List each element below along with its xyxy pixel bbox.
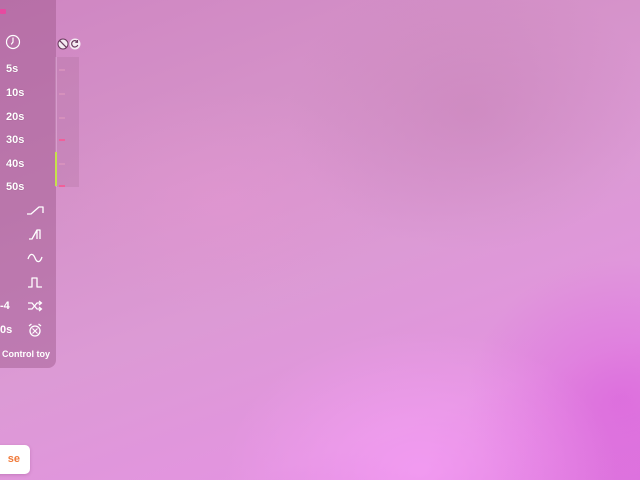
refresh-icon[interactable] [69, 38, 81, 50]
block-icon[interactable] [57, 38, 69, 50]
time-option-5s[interactable]: 5s [6, 60, 46, 78]
strip-tick [59, 139, 65, 141]
pulse-icon[interactable] [26, 274, 44, 290]
shuffle-icon[interactable] [26, 298, 44, 314]
panel-top-marker [0, 9, 6, 14]
time-option-10s[interactable]: 10s [6, 84, 46, 102]
close-button[interactable]: se [0, 445, 30, 474]
control-toy-label[interactable]: Control toy [2, 347, 60, 361]
alarm-icon[interactable] [26, 322, 44, 338]
ramp-up-icon[interactable] [26, 202, 44, 218]
timer-value-label: 0s [0, 324, 13, 336]
time-option-50s[interactable]: 50s [6, 178, 46, 196]
time-option-20s[interactable]: 20s [6, 108, 46, 126]
wave-icon[interactable] [26, 250, 44, 266]
step-ramp-icon[interactable] [26, 226, 44, 242]
strip-tick [59, 185, 65, 187]
level-fill [55, 152, 57, 186]
close-button-label: se [7, 453, 20, 465]
level-strip [57, 57, 79, 187]
time-option-40s[interactable]: 40s [6, 155, 46, 173]
strip-tick [59, 69, 65, 71]
strip-tick [59, 117, 65, 119]
clock-icon[interactable] [5, 34, 21, 50]
strip-tick [59, 163, 65, 165]
time-option-30s[interactable]: 30s [6, 131, 46, 149]
pattern-value-label: -4 [0, 300, 10, 312]
strip-tick [59, 93, 65, 95]
